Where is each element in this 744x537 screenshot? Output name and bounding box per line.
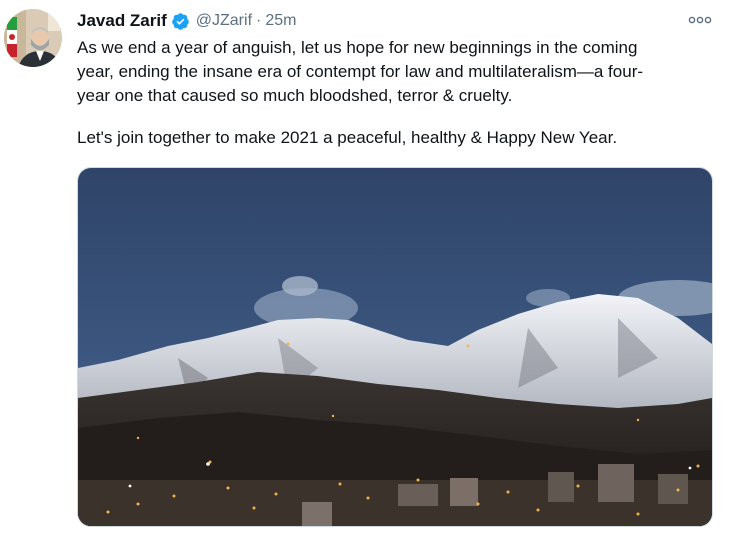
author-name[interactable]: Javad Zarif (77, 11, 167, 31)
author-handle[interactable]: @JZarif (196, 12, 252, 30)
tweet-header: Javad Zarif @JZarif · 25m (77, 10, 296, 32)
verified-badge-icon (171, 12, 190, 31)
avatar[interactable] (4, 9, 62, 67)
tweet-paragraph-2: Let's join together to make 2021 a peace… (77, 126, 727, 150)
tweet-timestamp[interactable]: 25m (265, 12, 296, 30)
tweet-photo[interactable] (77, 167, 713, 527)
separator-dot: · (256, 12, 262, 29)
tweet-text-line: As we end a year of anguish, let us hope… (77, 38, 638, 57)
tweet-text: As we end a year of anguish, let us hope… (77, 36, 727, 150)
tweet-text-line: Let's join together to make 2021 a peace… (77, 128, 618, 147)
more-options-icon[interactable] (686, 10, 714, 30)
tweet[interactable]: Javad Zarif @JZarif · 25m As we end a ye… (0, 0, 744, 537)
tweet-text-line: year one that caused so much bloodshed, … (77, 86, 513, 105)
avatar-photo (4, 9, 62, 67)
mountain-photo (78, 168, 712, 526)
tweet-paragraph-1: As we end a year of anguish, let us hope… (77, 36, 727, 108)
tweet-text-line: year, ending the insane era of contempt … (77, 62, 644, 81)
